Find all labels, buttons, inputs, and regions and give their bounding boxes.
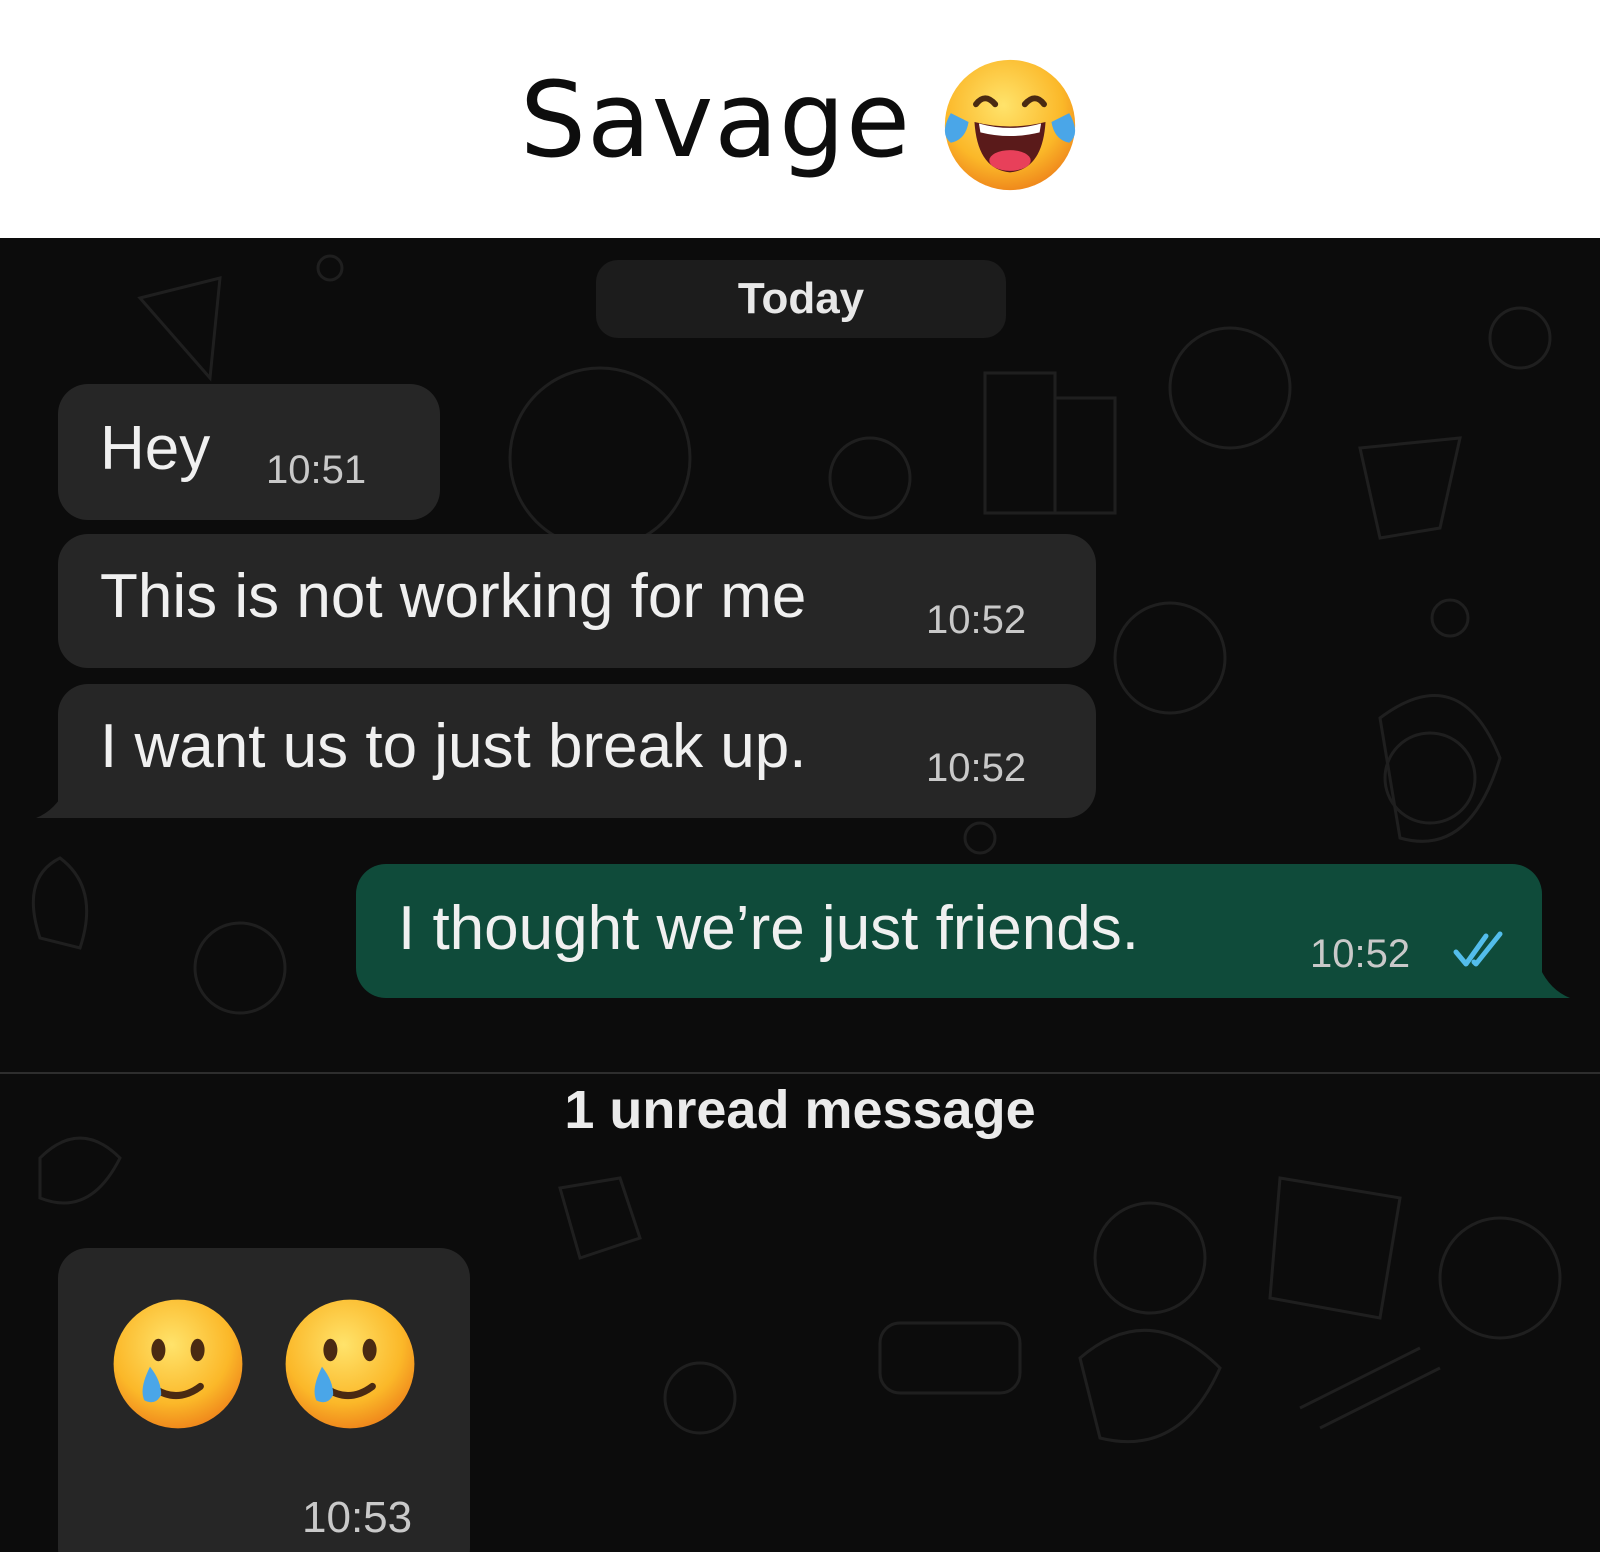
double-check-read-icon: [1453, 931, 1503, 967]
caption-title: Savage: [520, 59, 912, 181]
message-time: 10:51: [266, 448, 367, 492]
message-text: This is not working for me: [100, 562, 807, 631]
bubble-tail: [36, 788, 66, 818]
meme-page: Savage Today Hey 10:51 This is not worki…: [0, 0, 1600, 1552]
message-time: 10:52: [926, 598, 1027, 642]
smiling-face-with-tear-icon: [285, 1299, 415, 1429]
message-bubble-incoming[interactable]: I want us to just break up. 10:52: [58, 684, 1096, 818]
message-bubble-incoming[interactable]: Hey 10:51: [58, 384, 440, 520]
message-bubble-outgoing[interactable]: I thought we’re just friends. 10:52: [356, 864, 1542, 998]
message-text: Hey: [100, 414, 211, 483]
chat-window: Today Hey 10:51 This is not working for …: [0, 238, 1600, 1552]
bubble-tail: [1540, 968, 1570, 998]
message-bubble-incoming[interactable]: 10:53: [58, 1248, 470, 1552]
message-text: I thought we’re just friends.: [398, 894, 1139, 963]
face-with-tears-of-joy-icon: [944, 59, 1076, 191]
unread-divider: [0, 1072, 1600, 1074]
date-separator: Today: [596, 260, 1006, 338]
smiling-face-with-tear-icon: [113, 1299, 243, 1429]
message-time: 10:52: [1310, 932, 1411, 976]
unread-messages-label: 1 unread message: [564, 1080, 1036, 1140]
message-time: 10:52: [926, 746, 1027, 790]
caption-header: Savage: [0, 0, 1600, 238]
message-bubble-incoming[interactable]: This is not working for me 10:52: [58, 534, 1096, 668]
message-time: 10:53: [302, 1493, 413, 1542]
message-text: I want us to just break up.: [100, 712, 807, 781]
